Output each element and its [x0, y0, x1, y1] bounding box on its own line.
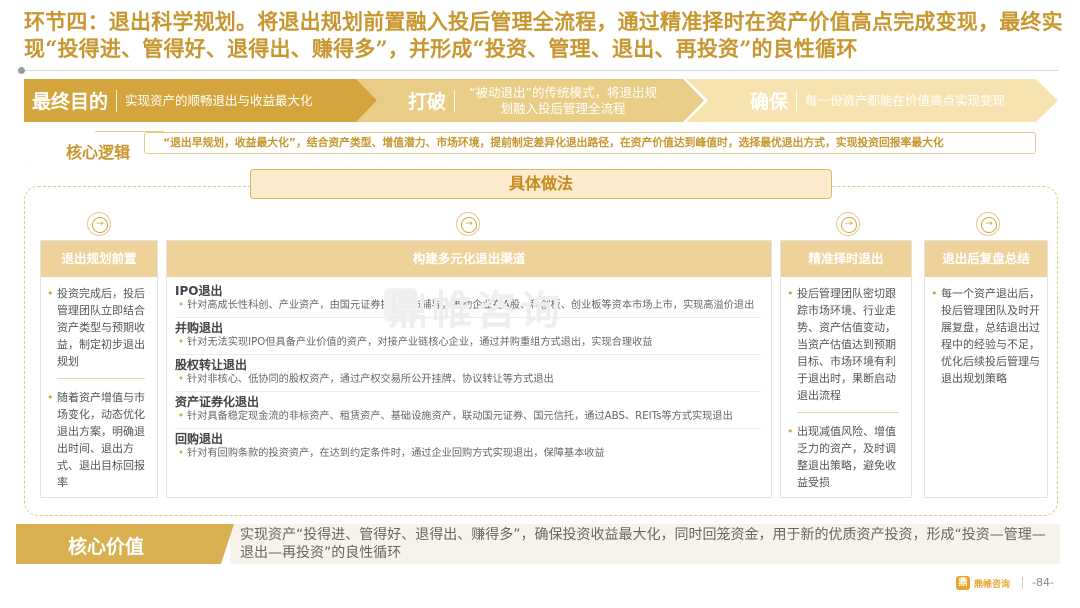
core-logic-text: “退出早规划，收益最大化”，结合资产类型、增值潜力、市场环境，提前制定差异化退出… [144, 132, 1036, 154]
divider [175, 354, 761, 355]
banner-purpose-head: 最终目的 [32, 91, 109, 113]
page-number: -84- [1032, 576, 1054, 589]
arrow-circle-icon: → [456, 212, 480, 236]
approach-title: 具体做法 [250, 169, 832, 199]
arrow-circle-icon: → [87, 212, 111, 236]
column-head: 退出规划前置 [41, 241, 157, 277]
bullet-item: 每一个资产退出后，投后管理团队及时开展复盘，总结退出过程中的经验与不足，优化后续… [931, 285, 1041, 387]
channel-desc: 针对高成长性科创、产业资产，由国元证券提供上市辅导，推动企业在A股、科创板、创业… [175, 299, 761, 313]
core-value-label: 核心价值 [68, 536, 145, 558]
channel-desc: 针对具备稳定现金流的非标资产、租赁资产、基础设施资产，联动国元证券、国元信托，通… [175, 410, 761, 424]
bullet-item: 随着资产增值与市场变化，动态优化退出方案，明确退出时间、退出方式、退出目标回报率 [47, 389, 151, 491]
channel-desc: 针对有回购条款的投资资产，在达到约定条件时，通过企业回购方式实现退出，保障基本收… [175, 447, 761, 461]
banner-ensure-text: 每一份资产都能在价值高点实现变现 [805, 92, 1006, 108]
banner-separator [116, 89, 118, 112]
bullet-item: 投后管理团队密切跟踪市场环境、行业走势、资产估值变动，当资产估值达到预期目标、市… [787, 285, 905, 404]
divider [175, 317, 761, 318]
core-value-text: 实现资产“投得进、管得好、退得出、赚得多”，确保投资收益最大化，同时回笼资金，用… [240, 527, 1046, 561]
divider [57, 378, 145, 379]
title-divider [22, 70, 1058, 71]
channel-name: 资产证券化退出 [175, 395, 260, 409]
column-head: 退出后复盘总结 [925, 241, 1047, 277]
banner-break-head: 打破 [408, 91, 447, 113]
arrow-circle-icon: → [836, 212, 860, 236]
banner-purpose-text: 实现资产的顺畅退出与收益最大化 [125, 92, 313, 108]
banner-break: 打破 “被动退出”的传统模式，将退出规划融入投后管理全流程 [356, 79, 704, 122]
title-divider-dot [18, 67, 25, 74]
bullet-item: 出现减值风险、增值乏力的资产，及时调整退出策略，避免收益受损 [787, 423, 905, 491]
column-head: 精准择时退出 [781, 241, 911, 277]
banner-break-text: “被动退出”的传统模式，将退出规划融入投后管理全流程 [469, 84, 657, 116]
page-title: 环节四：退出科学规划。将退出规划前置融入投后管理全流程，通过精准择时在资产价值高… [24, 9, 1063, 61]
channel-name: 股权转让退出 [175, 358, 248, 372]
column-exit-timing: 精准择时退出 投后管理团队密切跟踪市场环境、行业走势、资产估值变动，当资产估值达… [780, 240, 912, 498]
banner-ensure: 确保 每一份资产都能在价值高点实现变现 [686, 79, 1058, 122]
banner-purpose: 最终目的 实现资产的顺畅退出与收益最大化 [24, 79, 380, 122]
footer-divider [1022, 577, 1023, 589]
divider [175, 391, 761, 392]
arrow-circle-icon: → [976, 212, 1000, 236]
banner-separator [796, 89, 798, 112]
watermark-logo [384, 288, 418, 322]
channel-desc: 针对无法实现IPO但具备产业价值的资产，对接产业链核心企业，通过并购重组方式退出… [175, 336, 761, 350]
divider [175, 428, 761, 429]
column-head: 构建多元化退出渠道 [167, 241, 771, 277]
column-exit-channels: 构建多元化退出渠道 IPO退出 针对高成长性科创、产业资产，由国元证券提供上市辅… [166, 240, 772, 498]
channel-desc: 针对非核心、低协同的股权资产，通过产权交易所公开挂牌、协议转让等方式退出 [175, 373, 761, 387]
column-exit-review: 退出后复盘总结 每一个资产退出后，投后管理团队及时开展复盘，总结退出过程中的经验… [924, 240, 1048, 498]
channel-name: 回购退出 [175, 432, 224, 446]
banner-ensure-head: 确保 [750, 91, 789, 113]
channel-name: 并购退出 [175, 321, 224, 335]
bullet-item: 投资完成后，投后管理团队立即结合资产类型与预期收益，制定初步退出规划 [47, 285, 151, 370]
core-logic-label: 核心逻辑 [66, 143, 131, 162]
divider [797, 412, 899, 413]
footer-brand: 鼎帷咨询 [974, 580, 1011, 590]
column-exit-planning: 退出规划前置 投资完成后，投后管理团队立即结合资产类型与预期收益，制定初步退出规… [40, 240, 158, 498]
brand-logo-icon: 鼎 [956, 576, 970, 590]
channel-name: IPO退出 [175, 284, 223, 298]
banner-separator [454, 89, 456, 112]
